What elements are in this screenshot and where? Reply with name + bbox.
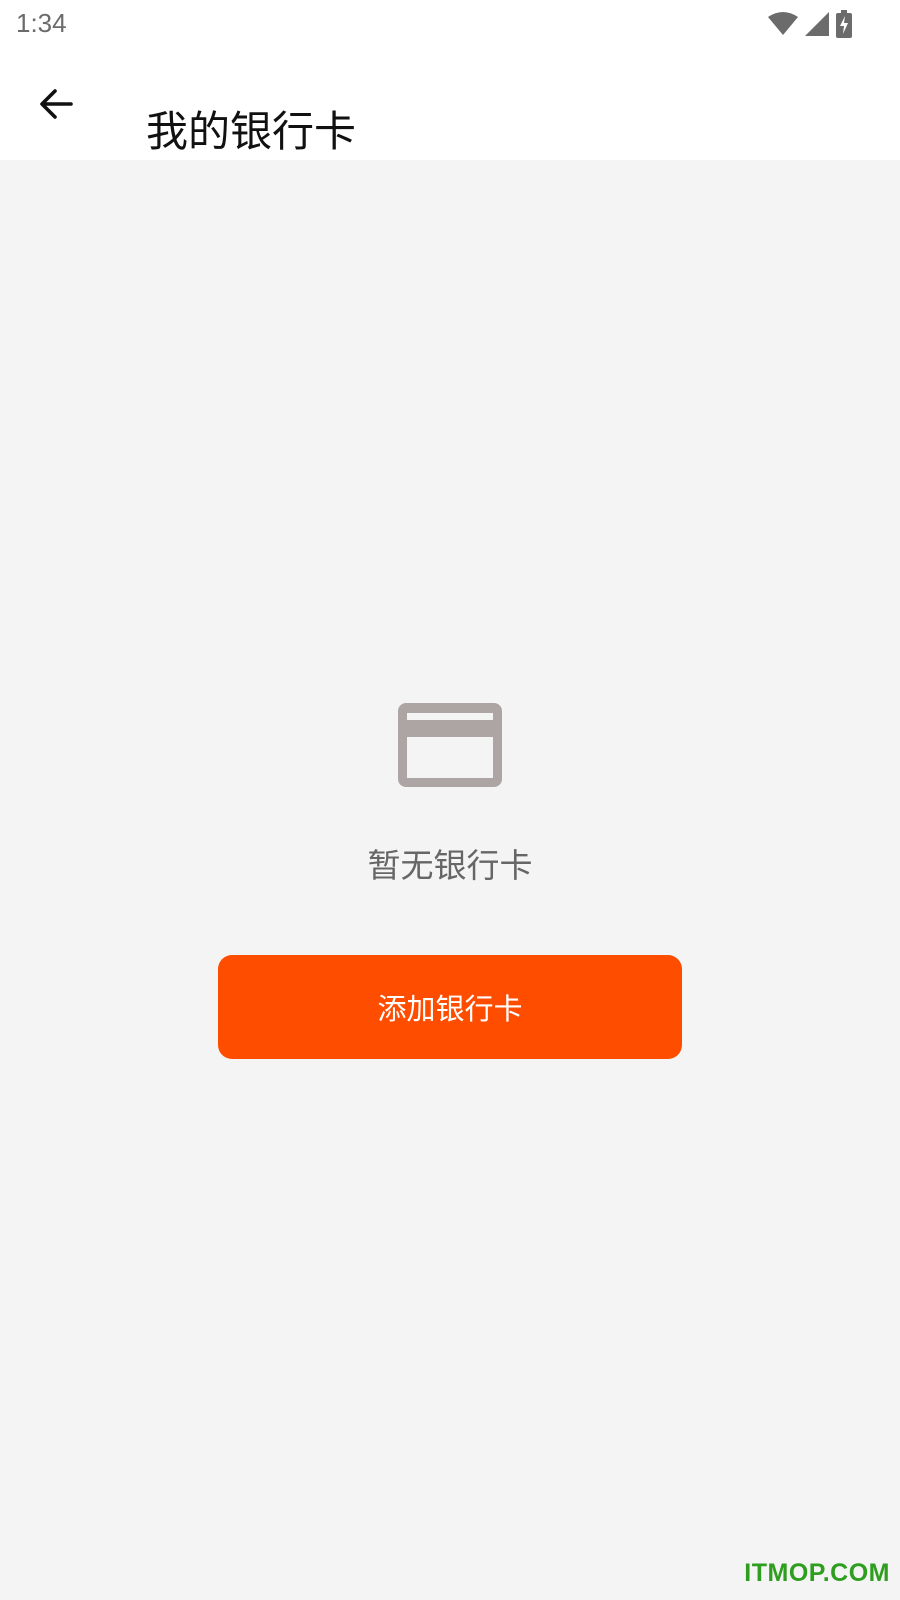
add-bank-card-button[interactable]: 添加银行卡: [218, 955, 682, 1059]
empty-state: 暂无银行卡: [0, 700, 900, 886]
status-bar: 1:34: [0, 0, 900, 52]
empty-message: 暂无银行卡: [367, 846, 533, 885]
arrow-left-icon: [38, 86, 74, 126]
status-icons: [768, 10, 852, 38]
status-time: 1:34: [16, 8, 67, 38]
signal-icon: [804, 11, 830, 37]
page-title: 我的银行卡: [146, 107, 357, 157]
credit-card-icon: [395, 700, 505, 790]
wifi-icon: [768, 12, 798, 36]
app-bar: 我的银行卡: [0, 52, 900, 160]
watermark: ITMOP.COM: [744, 1559, 890, 1587]
back-button[interactable]: [26, 76, 86, 136]
battery-charging-icon: [836, 10, 852, 38]
